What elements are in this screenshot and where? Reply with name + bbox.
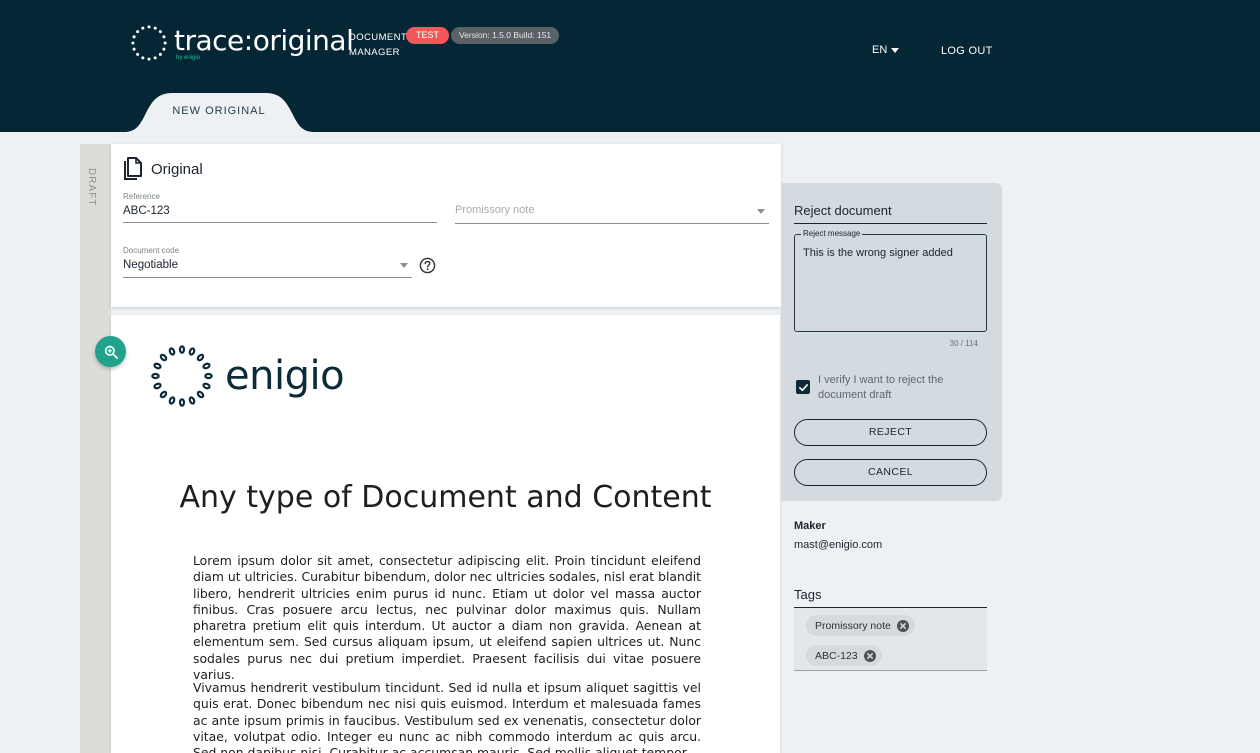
reject-message-input[interactable]: This is the wrong signer added — [803, 247, 953, 259]
preview-paragraph: Vivamus hendrerit vestibulum tincidunt. … — [193, 680, 701, 753]
reject-message-counter: 30 / 114 — [949, 339, 978, 348]
tag-label: ABC-123 — [815, 649, 858, 662]
product-name-line2: MANAGER — [349, 47, 400, 58]
document-code-underline — [123, 277, 412, 278]
tags-title: Tags — [794, 587, 822, 602]
document-code-select[interactable]: Document code Negotiable — [123, 246, 412, 278]
form-title: Original — [123, 157, 203, 181]
document-copy-icon — [124, 157, 142, 180]
language-value: EN — [872, 44, 888, 56]
reject-button[interactable]: REJECT — [794, 419, 987, 446]
logo-ring-icon — [131, 25, 167, 61]
zoom-button[interactable] — [95, 336, 126, 367]
tag-chip[interactable]: Promissory note — [806, 615, 915, 636]
document-type-placeholder: Promissory note — [455, 204, 535, 216]
document-form-card: Original Reference ABC-123 Promissory no… — [111, 144, 781, 307]
help-icon[interactable] — [419, 257, 436, 274]
tags-field[interactable]: Promissory note ABC-123 — [794, 607, 987, 671]
reference-value[interactable]: ABC-123 — [123, 205, 437, 217]
form-title-text: Original — [151, 160, 203, 178]
caret-down-icon — [400, 263, 408, 268]
reference-label: Reference — [123, 192, 160, 201]
reject-panel: Reject document Reject message This is t… — [781, 183, 1002, 501]
brand-byline: by enigio — [176, 55, 201, 61]
reject-message-label: Reject message — [801, 229, 863, 238]
brand-wordmark: trace:original by enigio — [174, 24, 354, 64]
language-selector[interactable]: EN — [872, 44, 900, 56]
product-name-line1: DOCUMENT — [349, 32, 408, 43]
tag-label: Promissory note — [815, 619, 891, 632]
maker-email: mast@enigio.com — [794, 539, 883, 551]
logo-ring-icon — [151, 345, 213, 407]
document-code-label: Document code — [123, 246, 180, 255]
reject-title: Reject document — [794, 203, 892, 218]
reject-title-underline — [794, 223, 987, 224]
brand-name: trace:original — [174, 24, 354, 57]
close-circle-icon[interactable] — [896, 619, 909, 632]
preview-paragraph: Lorem ipsum dolor sit amet, consectetur … — [193, 553, 701, 683]
document-type-select[interactable]: Promissory note — [455, 204, 769, 224]
verify-reject-option[interactable]: I verify I want to reject the document d… — [796, 373, 968, 403]
logout-button[interactable]: LOG OUT — [941, 45, 993, 57]
brand-logo[interactable]: trace:original by enigio — [130, 24, 354, 64]
app-header: trace:original by enigio DOCUMENT MANAGE… — [0, 0, 1260, 132]
checkmark-icon — [798, 383, 808, 391]
status-label: DRAFT — [86, 168, 97, 207]
document-preview[interactable]: enigio Any type of Document and Content … — [111, 315, 780, 753]
verify-label: I verify I want to reject the document d… — [818, 374, 944, 401]
caret-down-icon — [757, 209, 765, 214]
preview-logo: enigio — [151, 345, 345, 407]
reject-message-field[interactable]: Reject message This is the wrong signer … — [794, 229, 987, 332]
maker-label: Maker — [794, 520, 826, 532]
close-circle-icon[interactable] — [863, 649, 876, 662]
zoom-in-icon — [104, 345, 118, 359]
document-type-underline — [455, 223, 769, 224]
cancel-button[interactable]: CANCEL — [794, 459, 987, 486]
document-code-value[interactable]: Negotiable — [123, 259, 412, 271]
reference-underline — [123, 222, 437, 223]
preview-logo-text: enigio — [225, 353, 345, 399]
version-badge: Version: 1.5.0 Build: 151 — [451, 27, 560, 44]
environment-badge: TEST — [406, 27, 450, 44]
caret-down-icon — [891, 47, 900, 53]
tab-new-original[interactable]: NEW ORIGINAL — [124, 105, 314, 117]
reference-field[interactable]: Reference ABC-123 — [123, 192, 437, 223]
product-name: DOCUMENT MANAGER — [349, 30, 407, 60]
verify-checkbox[interactable] — [796, 380, 810, 394]
tag-chip[interactable]: ABC-123 — [806, 645, 882, 666]
preview-heading: Any type of Document and Content — [179, 480, 712, 515]
status-strip — [80, 144, 111, 753]
